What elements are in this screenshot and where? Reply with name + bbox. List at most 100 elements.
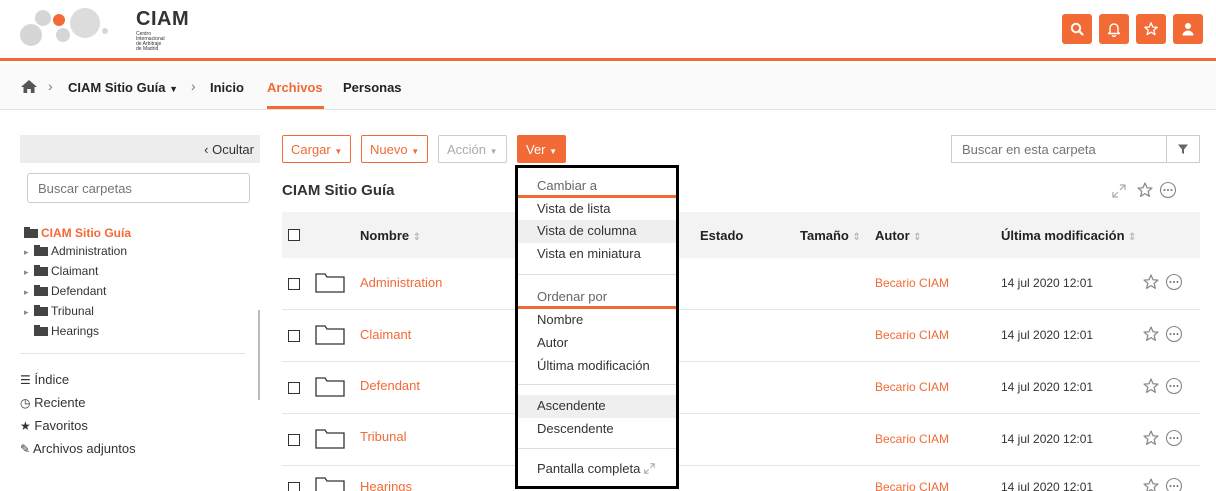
more-options-icon[interactable] (1165, 429, 1183, 447)
tree-item-hearings[interactable]: Hearings (34, 324, 99, 338)
row-author-link[interactable]: Becario CIAM (875, 480, 949, 491)
table-row[interactable]: Claimant Becario CIAM 14 jul 2020 12:01 (282, 310, 1200, 362)
ciam-logo[interactable]: CIAM Centro Internacional de Arbitraje d… (20, 6, 189, 52)
row-checkbox[interactable] (288, 382, 300, 394)
tree-item-tribunal[interactable]: ▸ Tribunal (24, 304, 94, 318)
expand-icon[interactable] (1112, 184, 1126, 198)
tree-item-claimant[interactable]: ▸ Claimant (24, 264, 98, 278)
menu-item-column-view[interactable]: Vista de columna (518, 220, 676, 243)
folder-search-input[interactable] (27, 173, 250, 203)
star-icon[interactable] (1142, 477, 1160, 491)
breadcrumb-separator: › (48, 78, 53, 94)
column-header-size[interactable]: Tamaño ⇕ (800, 228, 861, 243)
tree-item-label: Hearings (51, 324, 100, 338)
row-author-link[interactable]: Becario CIAM (875, 432, 949, 446)
more-options-icon[interactable] (1159, 181, 1177, 199)
action-button[interactable]: Acción ▼ (438, 135, 507, 163)
tree-item-root[interactable]: CIAM Sitio Guía (24, 226, 131, 240)
menu-item-sort-name[interactable]: Nombre (518, 309, 676, 332)
nav-link-inicio[interactable]: Inicio (210, 80, 244, 95)
view-button[interactable]: Ver ▼ (517, 135, 567, 163)
row-name-link[interactable]: Tribunal (360, 429, 406, 444)
search-button[interactable] (1062, 14, 1092, 44)
row-checkbox[interactable] (288, 330, 300, 342)
tree-item-defendant[interactable]: ▸ Defendant (24, 284, 106, 298)
caret-right-icon[interactable]: ▸ (24, 267, 34, 278)
more-options-icon[interactable] (1165, 325, 1183, 343)
nav-item-favorites[interactable]: ★ Favoritos (20, 418, 88, 433)
table-row[interactable]: Tribunal Becario CIAM 14 jul 2020 12:01 (282, 414, 1200, 466)
menu-item-sort-modified[interactable]: Última modificación (518, 355, 676, 378)
more-options-icon[interactable] (1165, 477, 1183, 491)
expand-icon (644, 463, 655, 474)
row-name-link[interactable]: Claimant (360, 327, 411, 342)
star-icon[interactable] (1142, 377, 1160, 395)
upload-button-label: Cargar (291, 142, 331, 157)
tree-item-administration[interactable]: ▸ Administration (24, 244, 127, 258)
logo-circle (102, 28, 108, 34)
menu-item-list-view[interactable]: Vista de lista (518, 198, 676, 221)
notifications-button[interactable] (1099, 14, 1129, 44)
action-button-label: Acción (447, 142, 487, 157)
menu-item-sort-author[interactable]: Autor (518, 332, 676, 355)
logo-circle (70, 8, 100, 38)
filter-button[interactable] (1166, 135, 1200, 163)
menu-item-fullscreen[interactable]: Pantalla completa (518, 458, 676, 481)
nav-item-recent[interactable]: ◷ Reciente (20, 395, 85, 410)
row-author-link[interactable]: Becario CIAM (875, 276, 949, 290)
row-name-link[interactable]: Defendant (360, 378, 420, 393)
menu-item-ascending[interactable]: Ascendente (518, 395, 676, 418)
folder-icon (315, 325, 345, 345)
star-icon[interactable] (1142, 325, 1160, 343)
new-button[interactable]: Nuevo ▼ (361, 135, 429, 163)
column-header-label: Autor (875, 228, 910, 243)
menu-item-thumbnail-view[interactable]: Vista en miniatura (518, 243, 676, 266)
column-header-modified[interactable]: Última modificación ⇕ (1001, 228, 1137, 243)
nav-link-personas[interactable]: Personas (343, 80, 402, 95)
menu-item-descending[interactable]: Descendente (518, 418, 676, 441)
folder-icon (315, 429, 345, 449)
folder-content-search-input[interactable] (951, 135, 1166, 163)
more-options-icon[interactable] (1165, 273, 1183, 291)
row-name-link[interactable]: Administration (360, 275, 442, 290)
upload-button[interactable]: Cargar ▼ (282, 135, 352, 163)
breadcrumb-site[interactable]: CIAM Sitio Guía ▼ (68, 80, 178, 95)
table-row[interactable]: Hearings Becario CIAM 14 jul 2020 12:01 (282, 466, 1200, 491)
row-checkbox[interactable] (288, 434, 300, 446)
column-header-name[interactable]: Nombre ⇕ (360, 228, 421, 243)
folder-icon (34, 305, 48, 316)
user-button[interactable] (1173, 14, 1203, 44)
caret-right-icon[interactable]: ▸ (24, 247, 34, 258)
star-icon[interactable] (1142, 273, 1160, 291)
breadcrumb-site-label: CIAM Sitio Guía (68, 80, 166, 95)
sort-icon: ⇕ (913, 232, 922, 243)
table-row[interactable]: Defendant Becario CIAM 14 jul 2020 12:01 (282, 362, 1200, 414)
table-row[interactable]: Administration Becario CIAM 14 jul 2020 … (282, 258, 1200, 310)
star-icon[interactable] (1142, 429, 1160, 447)
nav-item-attachments[interactable]: ✎ Archivos adjuntos (20, 441, 136, 456)
row-checkbox[interactable] (288, 482, 300, 491)
home-icon[interactable] (20, 79, 38, 94)
row-name-link[interactable]: Hearings (360, 479, 412, 491)
star-icon[interactable] (1136, 181, 1154, 199)
sort-icon: ⇕ (1128, 232, 1137, 243)
caret-right-icon[interactable]: ▸ (24, 307, 34, 318)
tree-item-label: CIAM Sitio Guía (41, 226, 131, 240)
row-author-link[interactable]: Becario CIAM (875, 380, 949, 394)
row-checkbox[interactable] (288, 278, 300, 290)
nav-link-archivos[interactable]: Archivos (267, 80, 323, 95)
row-author-link[interactable]: Becario CIAM (875, 328, 949, 342)
column-header-author[interactable]: Autor ⇕ (875, 228, 922, 243)
favorites-button[interactable] (1136, 14, 1166, 44)
nav-item-index[interactable]: ☰ Índice (20, 372, 69, 387)
menu-item-fullscreen-label: Pantalla completa (537, 461, 641, 476)
select-all-checkbox[interactable] (288, 229, 300, 241)
user-icon (1182, 23, 1194, 36)
folder-title-actions (1112, 180, 1202, 200)
hide-sidebar-button[interactable]: ‹ Ocultar (204, 142, 254, 157)
nav-item-label: Favoritos (34, 418, 88, 433)
more-options-icon[interactable] (1165, 377, 1183, 395)
sidebar-scrollbar[interactable] (258, 310, 260, 400)
sort-icon: ⇕ (852, 232, 861, 243)
caret-right-icon[interactable]: ▸ (24, 287, 34, 298)
